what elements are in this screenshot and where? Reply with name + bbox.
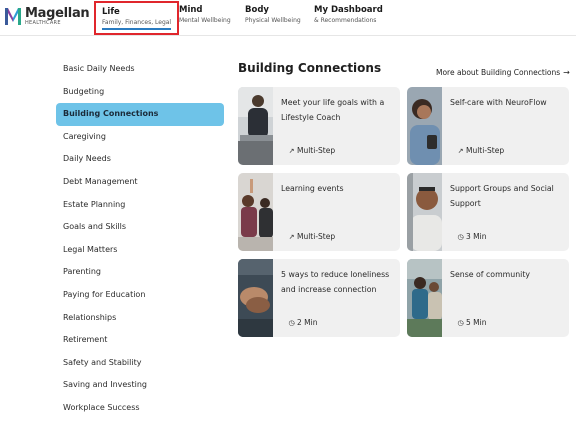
card-meta-label: 5 Min [466,318,487,327]
resource-card-neuroflow[interactable]: Self-care with NeuroFlow ↗ Multi-Step [407,87,569,165]
clock-icon: ◷ [457,318,464,327]
nav-tab-subtitle: Mental Wellbeing [179,17,231,24]
card-thumbnail [238,87,273,165]
nav-tab-subtitle: Physical Wellbeing [245,17,301,24]
nav-tab-my-dashboard[interactable]: My Dashboard & Recommendations [310,5,387,31]
card-thumbnail [238,173,273,251]
card-title: 5 ways to reduce loneliness and increase… [281,270,390,294]
sidebar-item-daily-needs[interactable]: Daily Needs [56,148,224,171]
nav-tab-title: My Dashboard [314,5,383,15]
sidebar-item-parenting[interactable]: Parenting [56,261,224,284]
card-meta-label: Multi-Step [466,146,505,155]
resource-card-lifestyle-coach[interactable]: Meet your life goals with a Lifestyle Co… [238,87,400,165]
trend-icon: ↗ [288,146,295,155]
card-thumbnail [238,259,273,337]
trend-icon: ↗ [457,146,464,155]
nav-tab-subtitle: Family, Finances, Legal [102,19,172,26]
arrow-right-icon: → [563,68,570,77]
brand-name: Magellan [25,5,90,21]
card-meta: ↗ Multi-Step [456,146,505,155]
card-title: Learning events [281,184,344,193]
sidebar-item-workplace-success[interactable]: Workplace Success [56,397,224,420]
sidebar-item-caregiving[interactable]: Caregiving [56,126,224,149]
more-about-link[interactable]: More about Building Connections → [436,68,570,77]
resource-card-sense-of-community[interactable]: Sense of community ◷ 5 Min [407,259,569,337]
top-header: Magellan HEALTHCARE Life Family, Finance… [0,0,576,36]
card-title: Meet your life goals with a Lifestyle Co… [281,98,385,122]
card-title: Support Groups and Social Support [450,184,554,208]
resource-card-learning-events[interactable]: Learning events ↗ Multi-Step [238,173,400,251]
card-meta: ◷ 3 Min [456,232,486,241]
sidebar-item-saving-and-investing[interactable]: Saving and Investing [56,374,224,397]
topic-sidebar: Basic Daily Needs Budgeting Building Con… [56,58,224,420]
sidebar-item-safety-and-stability[interactable]: Safety and Stability [56,352,224,375]
nav-tab-subtitle: & Recommendations [314,17,377,24]
active-tab-underline [102,28,172,30]
logo-m-icon [4,5,22,27]
nav-tab-title: Life [102,7,120,17]
card-title: Self-care with NeuroFlow [450,98,547,107]
card-meta-label: Multi-Step [297,146,336,155]
resource-card-reduce-loneliness[interactable]: 5 ways to reduce loneliness and increase… [238,259,400,337]
sidebar-item-budgeting[interactable]: Budgeting [56,81,224,104]
card-meta: ◷ 5 Min [456,318,486,327]
card-title: Sense of community [450,270,530,279]
card-meta: ↗ Multi-Step [287,146,336,155]
sidebar-item-goals-and-skills[interactable]: Goals and Skills [56,216,224,239]
page-title: Building Connections [238,61,382,75]
nav-tab-mind[interactable]: Mind Mental Wellbeing [175,5,235,31]
sidebar-item-paying-for-education[interactable]: Paying for Education [56,284,224,307]
nav-tab-title: Body [245,5,269,15]
nav-tab-body[interactable]: Body Physical Wellbeing [241,5,305,31]
nav-tab-life[interactable]: Life Family, Finances, Legal [94,1,180,35]
card-thumbnail [407,87,442,165]
sidebar-item-relationships[interactable]: Relationships [56,307,224,330]
card-meta-label: 2 Min [297,318,318,327]
magellan-logo[interactable]: Magellan HEALTHCARE [4,5,90,27]
clock-icon: ◷ [457,232,464,241]
resource-card-support-groups[interactable]: Support Groups and Social Support ◷ 3 Min [407,173,569,251]
sidebar-item-retirement[interactable]: Retirement [56,329,224,352]
card-meta: ◷ 2 Min [287,318,317,327]
card-thumbnail [407,259,442,337]
card-thumbnail [407,173,442,251]
sidebar-item-legal-matters[interactable]: Legal Matters [56,239,224,262]
more-link-label: More about Building Connections [436,68,561,77]
sidebar-item-basic-daily-needs[interactable]: Basic Daily Needs [56,58,224,81]
sidebar-item-estate-planning[interactable]: Estate Planning [56,194,224,217]
brand-sub: HEALTHCARE [25,19,61,26]
clock-icon: ◷ [288,318,295,327]
sidebar-item-debt-management[interactable]: Debt Management [56,171,224,194]
card-meta-label: 3 Min [466,232,487,241]
nav-tab-title: Mind [179,5,203,15]
sidebar-item-building-connections[interactable]: Building Connections [56,103,224,126]
card-meta-label: Multi-Step [297,232,336,241]
card-meta: ↗ Multi-Step [287,232,336,241]
trend-icon: ↗ [288,232,295,241]
